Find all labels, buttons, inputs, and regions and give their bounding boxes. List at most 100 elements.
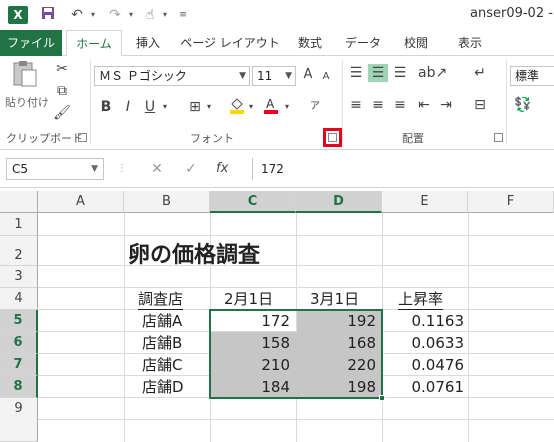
touch-mode-icon[interactable]: ☝ [140, 6, 160, 24]
ribbon-home: 貼り付け ✂ ⧉ 🖌 クリップボード ＭＳ Ｐゴシック ▼ 11 ▼ A A B… [0, 56, 554, 150]
fill-dropdown-icon[interactable]: ▾ [246, 98, 256, 116]
tab-data[interactable]: データ [342, 30, 384, 56]
fill-color-icon[interactable] [228, 96, 246, 119]
header-cell[interactable]: 2月1日 [224, 288, 274, 310]
group-divider [506, 60, 507, 144]
save-icon[interactable] [38, 6, 58, 24]
header-cell[interactable]: 上昇率 [398, 288, 444, 310]
undo-dropdown-icon[interactable]: ▾ [88, 6, 98, 24]
clipboard-launcher-icon[interactable] [78, 133, 87, 142]
font-name-value: ＭＳ Ｐゴシック [99, 69, 187, 83]
alignment-launcher-icon[interactable] [494, 133, 503, 142]
store-cell[interactable]: 店舗A [142, 310, 182, 332]
store-cell[interactable]: 店舗D [142, 376, 184, 398]
font-settings-launcher-icon[interactable] [323, 128, 342, 147]
row-header[interactable]: 9 [0, 398, 38, 442]
group-divider [90, 60, 91, 144]
cut-icon[interactable]: ✂ [52, 60, 72, 78]
formula-input[interactable]: 172 [252, 158, 554, 180]
store-cell[interactable]: 店舗B [142, 332, 182, 354]
touch-dropdown-icon[interactable]: ▾ [160, 6, 170, 24]
column-header[interactable]: F [468, 191, 554, 213]
font-color-icon[interactable]: A [262, 96, 280, 119]
wrap-text-icon[interactable]: ↵ [470, 64, 490, 82]
italic-button[interactable]: I [120, 98, 136, 116]
copy-icon[interactable]: ⧉ [52, 82, 72, 100]
align-center-icon[interactable]: ≡ [368, 96, 388, 114]
row-header[interactable]: 1 [0, 213, 38, 236]
phonetic-icon[interactable]: ア [306, 98, 324, 116]
row-header[interactable]: 4 [0, 288, 38, 310]
increase-indent-icon[interactable]: ⇥ [436, 96, 456, 114]
tab-formulas[interactable]: 数式 [290, 30, 330, 56]
column-header[interactable]: E [382, 191, 468, 213]
insert-function-icon[interactable]: fx [216, 158, 228, 180]
orientation-icon[interactable]: ab↗ [418, 64, 447, 82]
tab-insert[interactable]: 挿入 [128, 30, 168, 56]
ribbon-tabs: ファイル ホーム 挿入 ページ レイアウト 数式 データ 校閲 表示 [0, 30, 554, 57]
align-middle-icon[interactable]: ☰ [368, 64, 388, 82]
column-header[interactable]: C [210, 191, 296, 213]
worksheet-grid[interactable]: A B C D E F 1 2 3 4 5 6 7 8 9 卵の価格調査 調査店… [0, 191, 554, 442]
redo-dropdown-icon[interactable]: ▾ [126, 6, 136, 24]
underline-button[interactable]: U [142, 98, 158, 116]
rate-cell[interactable]: 0.1163 [382, 310, 465, 332]
column-header[interactable]: B [124, 191, 210, 213]
undo-icon[interactable]: ↶ [66, 6, 88, 24]
header-cell[interactable]: 3月1日 [310, 288, 360, 310]
borders-dropdown-icon[interactable]: ▾ [204, 98, 214, 116]
grow-font-icon[interactable]: A [300, 66, 316, 84]
tab-view[interactable]: 表示 [450, 30, 490, 56]
header-cell[interactable]: 調査店 [138, 288, 184, 310]
chevron-down-icon: ▼ [91, 164, 98, 174]
column-header[interactable]: A [38, 191, 124, 213]
tab-review[interactable]: 校閲 [396, 30, 436, 56]
shrink-font-icon[interactable]: A [318, 68, 334, 86]
tab-page-layout[interactable]: ページ レイアウト [178, 30, 282, 56]
chevron-down-icon: ▼ [239, 71, 246, 81]
redo-icon[interactable]: ↷ [104, 6, 126, 24]
row-header[interactable]: 5 [0, 310, 38, 332]
underline-dropdown-icon[interactable]: ▾ [160, 98, 170, 116]
store-cell[interactable]: 店舗C [142, 354, 182, 376]
window-title: anser09-02 - [470, 6, 553, 21]
tab-file[interactable]: ファイル [0, 30, 62, 56]
row-header[interactable]: 7 [0, 354, 38, 376]
select-all-corner[interactable] [0, 191, 38, 213]
gridline [468, 213, 469, 442]
rate-cell[interactable]: 0.0633 [382, 332, 465, 354]
align-left-icon[interactable]: ≡ [346, 96, 366, 114]
font-name-combo[interactable]: ＭＳ Ｐゴシック ▼ [94, 66, 250, 86]
fill-handle[interactable] [379, 395, 385, 401]
font-color-dropdown-icon[interactable]: ▾ [282, 98, 292, 116]
row-header[interactable]: 2 [0, 236, 38, 266]
borders-icon[interactable]: ⊞ [186, 98, 204, 116]
row-header[interactable]: 8 [0, 376, 38, 398]
name-box[interactable]: C5 ▼ [6, 158, 104, 180]
rate-cell[interactable]: 0.0761 [382, 376, 465, 398]
customize-qat-icon[interactable]: ≡ [176, 6, 190, 24]
row-header[interactable]: 6 [0, 332, 38, 354]
confirm-entry-icon[interactable]: ✓ [180, 158, 202, 180]
clipboard-group-label: クリップボード [6, 132, 83, 145]
paste-icon[interactable] [8, 60, 42, 88]
font-size-combo[interactable]: 11 ▼ [252, 66, 296, 86]
cancel-entry-icon[interactable]: ✕ [146, 158, 168, 180]
number-format-value: 標準 [515, 69, 540, 83]
formula-bar: C5 ▼ ⋮ ✕ ✓ fx 172 [0, 150, 554, 188]
currency-icon[interactable]: 💱 [512, 96, 534, 114]
tab-home[interactable]: ホーム [66, 30, 122, 57]
decrease-indent-icon[interactable]: ⇤ [414, 96, 434, 114]
column-header[interactable]: D [296, 191, 382, 213]
merge-center-icon[interactable]: ⊟ [470, 96, 490, 114]
number-format-combo[interactable]: 標準 [510, 66, 554, 86]
paste-button[interactable]: 貼り付け [4, 94, 50, 112]
rate-cell[interactable]: 0.0476 [382, 354, 465, 376]
align-right-icon[interactable]: ≡ [390, 96, 410, 114]
bold-button[interactable]: B [98, 98, 114, 116]
align-bottom-icon[interactable]: ☰ [390, 64, 410, 82]
format-painter-icon[interactable]: 🖌 [52, 104, 72, 122]
row-header[interactable]: 3 [0, 266, 38, 288]
sheet-title-cell[interactable]: 卵の価格調査 [128, 237, 260, 269]
align-top-icon[interactable]: ☰ [346, 64, 366, 82]
